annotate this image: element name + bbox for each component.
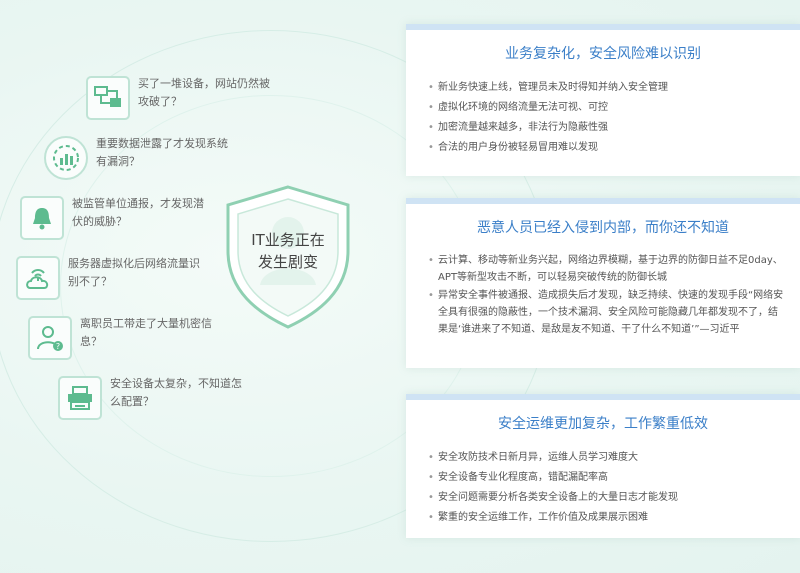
issue-icon-box: [16, 256, 60, 300]
list-item: 繁重的安全运维工作，工作价值及成果展示困难: [428, 508, 786, 527]
issue-icon-box: ?: [28, 316, 72, 360]
list-item: 合法的用户身份被轻易冒用难以发现: [428, 138, 786, 157]
issue-item: ? 离职员工带走了大量机密信息？: [28, 316, 222, 360]
card-top-bar: [406, 394, 800, 400]
user-question-icon: ?: [37, 326, 63, 351]
issue-text: 服务器虚拟化后网络流量识别不了？: [68, 257, 200, 288]
issue-icon-box: [86, 76, 130, 120]
list-item: 安全攻防技术日新月异，运维人员学习难度大: [428, 448, 786, 467]
center-shield: IT业务正在 发生剧变: [218, 181, 358, 331]
issue-icon-box: [58, 376, 102, 420]
card-top-bar: [406, 198, 800, 204]
issue-item: 重要数据泄露了才发现系统有漏洞？: [44, 136, 238, 180]
list-item: 云计算、移动等新业务兴起，网络边界模糊，基于边界的防御日益不足0day、APT等…: [428, 252, 786, 286]
center-line-2: 发生剧变: [257, 253, 318, 271]
issue-text: 被监管单位通报，才发现潜伏的威胁？: [72, 197, 204, 228]
issue-text: 重要数据泄露了才发现系统有漏洞？: [96, 137, 228, 168]
center-line-1: IT业务正在: [251, 231, 325, 249]
center-text: IT业务正在 发生剧变: [218, 229, 358, 273]
issue-item: 服务器虚拟化后网络流量识别不了？: [16, 256, 210, 300]
card-list: 云计算、移动等新业务兴起，网络边界模糊，基于边界的防御日益不足0day、APT等…: [406, 252, 800, 338]
alarm-bell-icon: [33, 208, 51, 230]
issue-text: 离职员工带走了大量机密信息？: [80, 317, 212, 348]
list-item: 加密流量越来越多，非法行为隐蔽性强: [428, 118, 786, 137]
list-item: 异常安全事件被通报、造成损失后才发现，缺乏持续、快速的发现手段“网络安全具有很强…: [428, 287, 786, 338]
card-list: 安全攻防技术日新月异，运维人员学习难度大 安全设备专业化程度高，错配漏配率高 安…: [406, 448, 800, 527]
issue-icon-box: [44, 136, 88, 180]
card-list: 新业务快速上线，管理员未及时得知并纳入安全管理 虚拟化环境的网络流量无法可视、可…: [406, 78, 800, 157]
svg-text:?: ?: [56, 342, 60, 351]
list-item: 虚拟化环境的网络流量无法可视、可控: [428, 98, 786, 117]
card-title: 安全运维更加复杂，工作繁重低效: [498, 416, 708, 432]
issue-icon-box: [20, 196, 64, 240]
chart-gear-icon: [53, 145, 79, 171]
list-item: 新业务快速上线，管理员未及时得知并纳入安全管理: [428, 78, 786, 97]
issue-item: 被监管单位通报，才发现潜伏的威胁？: [20, 196, 214, 240]
printer-device-icon: [68, 386, 92, 410]
card-ops-complexity: 安全运维更加复杂，工作繁重低效 安全攻防技术日新月异，运维人员学习难度大 安全设…: [406, 394, 800, 538]
card-top-bar: [406, 24, 800, 30]
card-title: 恶意人员已经入侵到内部，而你还不知道: [477, 220, 729, 236]
list-item: 安全设备专业化程度高，错配漏配率高: [428, 468, 786, 487]
cloud-signal-icon: [26, 269, 49, 289]
issue-text: 买了一堆设备，网站仍然被攻破了？: [138, 77, 270, 108]
card-business-complexity: 业务复杂化，安全风险难以识别 新业务快速上线，管理员未及时得知并纳入安全管理 虚…: [406, 24, 800, 176]
issue-item: 买了一堆设备，网站仍然被攻破了？: [86, 76, 280, 120]
card-internal-intrusion: 恶意人员已经入侵到内部，而你还不知道 云计算、移动等新业务兴起，网络边界模糊，基…: [406, 198, 800, 368]
issue-item: 安全设备太复杂，不知道怎么配置？: [58, 376, 252, 420]
list-item: 安全问题需要分析各类安全设备上的大量日志才能发现: [428, 488, 786, 507]
card-title: 业务复杂化，安全风险难以识别: [505, 46, 701, 62]
issue-text: 安全设备太复杂，不知道怎么配置？: [110, 377, 242, 408]
network-monitor-icon: [94, 86, 121, 107]
